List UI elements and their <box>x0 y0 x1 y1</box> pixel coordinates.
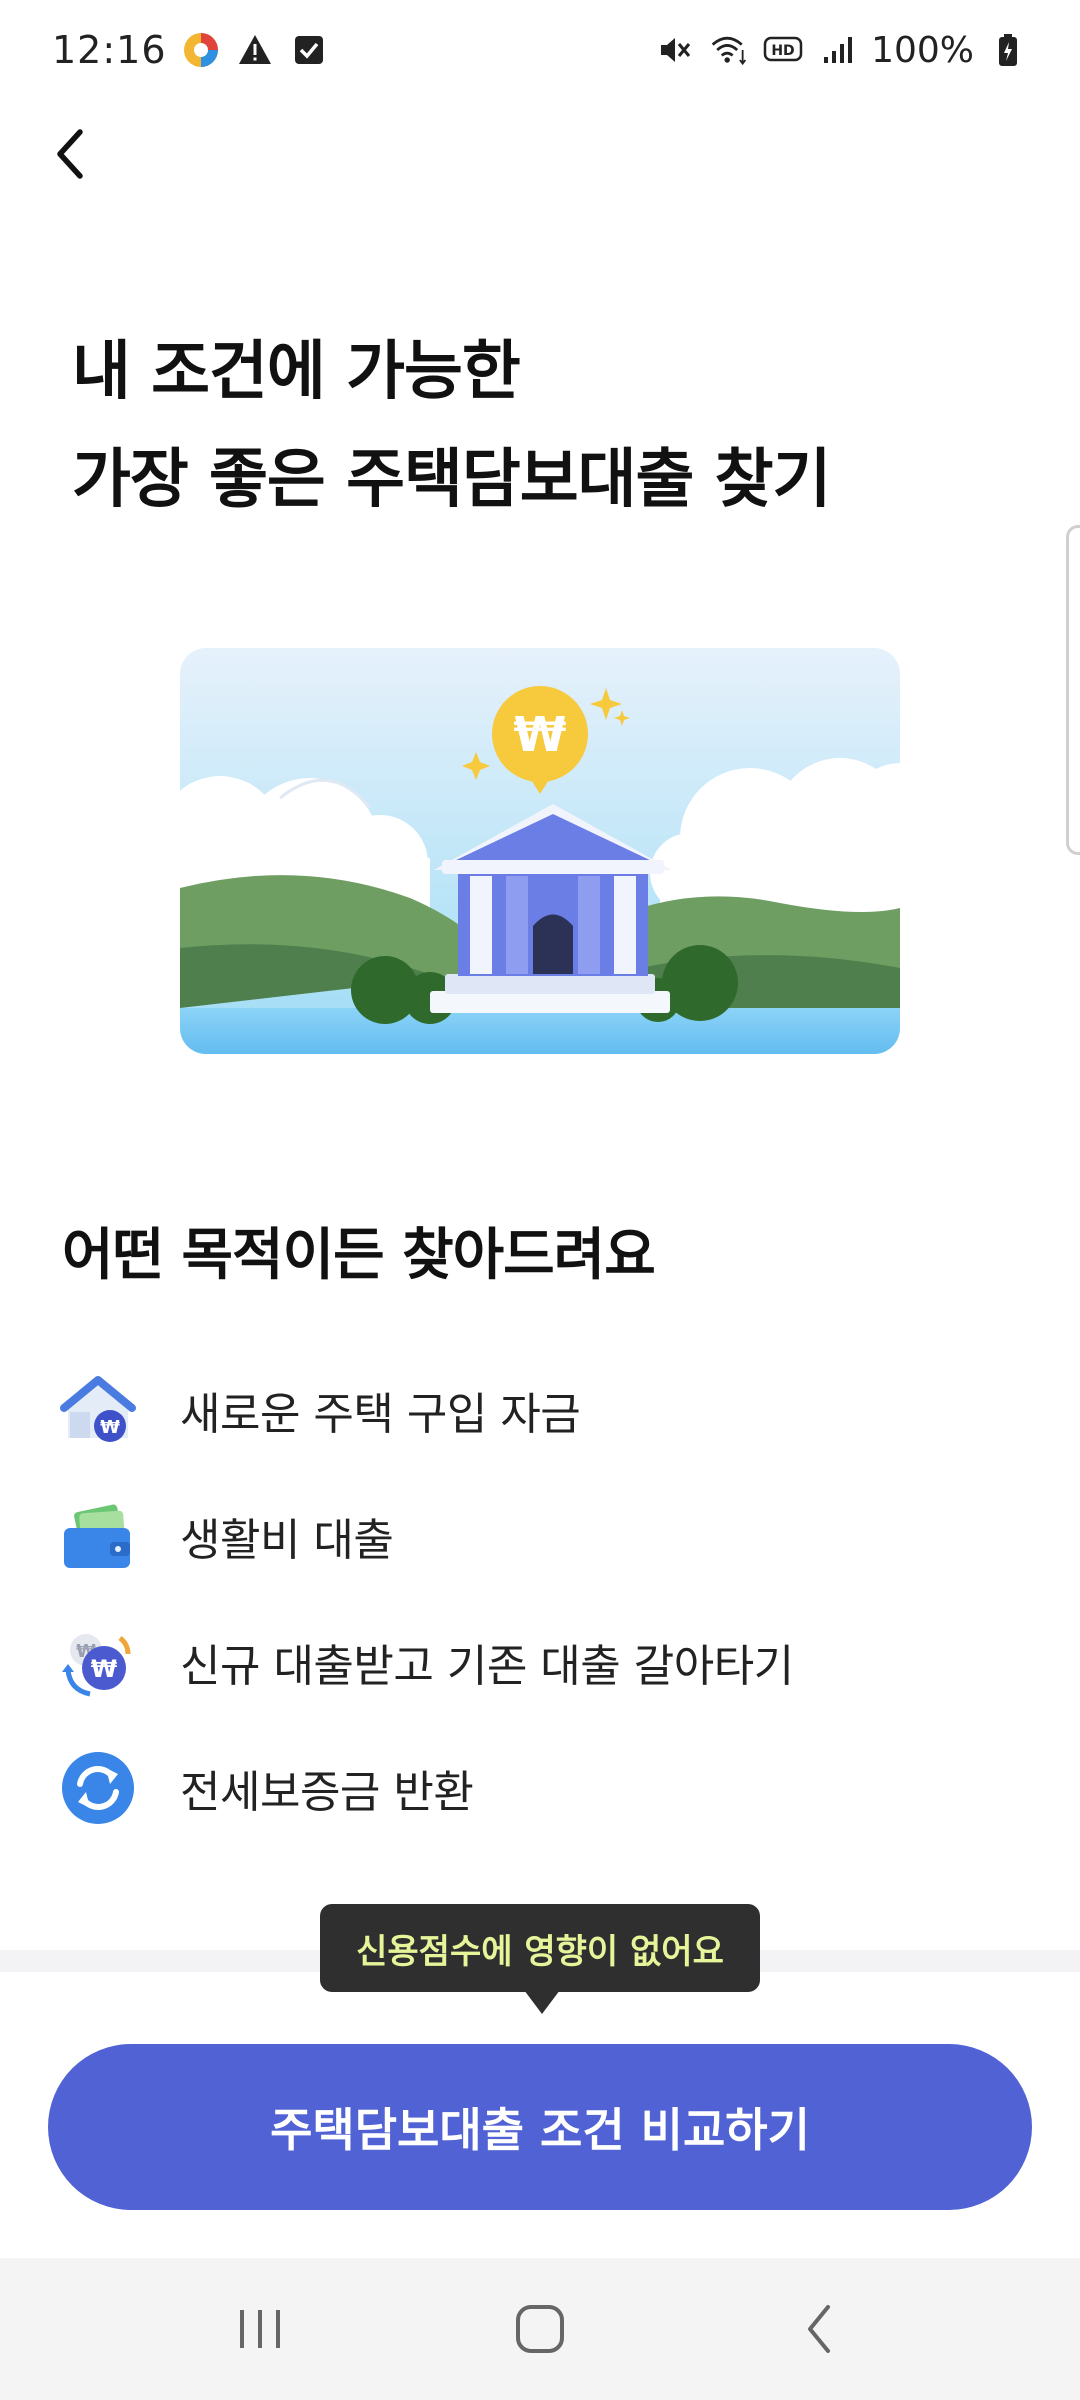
status-bar: 12:16 HD 100% <box>0 0 1080 100</box>
purpose-list: ₩ 새로운 주택 구입 자금 생활비 대출 ₩ ₩ 신규 대출받고 기존 대출 … <box>60 1370 1020 1874</box>
exchange-won-icon: ₩ ₩ <box>62 1634 131 1697</box>
home-icon <box>516 2305 564 2353</box>
tooltip-arrow <box>524 1990 560 2014</box>
back-button[interactable] <box>36 114 104 194</box>
purpose-item-home-purchase: ₩ 새로운 주택 구입 자금 <box>60 1370 1020 1450</box>
purpose-label: 새로운 주택 구입 자금 <box>180 1389 581 1440</box>
compare-loan-button[interactable]: 주택담보대출 조건 비교하기 <box>48 2044 1032 2210</box>
house-won-icon: ₩ <box>60 1376 136 1442</box>
purpose-item-living-expenses: 생활비 대출 <box>60 1496 1020 1576</box>
recent-apps-icon <box>240 2310 280 2348</box>
section-title: 어떤 목적이든 찾아드려요 <box>62 1223 656 1288</box>
purpose-item-deposit-return: 전세보증금 반환 <box>60 1748 1020 1828</box>
app-icon <box>181 30 221 70</box>
system-nav-bar <box>0 2258 1080 2400</box>
home-button[interactable] <box>485 2274 595 2384</box>
system-back-button[interactable] <box>765 2274 875 2384</box>
battery-icon <box>988 30 1028 70</box>
page-title: 내 조건에 가능한 가장 좋은 주택담보대출 찾기 <box>72 318 1032 534</box>
warning-icon <box>235 30 275 70</box>
status-left: 12:16 <box>52 28 329 72</box>
wallet-icon <box>64 1504 130 1568</box>
svg-text:₩: ₩ <box>91 1655 118 1683</box>
refresh-icon <box>62 1752 134 1824</box>
svg-text:₩: ₩ <box>100 1417 120 1438</box>
svg-text:HD: HD <box>771 43 794 59</box>
mute-icon <box>655 30 695 70</box>
page-title-line1: 내 조건에 가능한 <box>72 335 521 409</box>
purpose-label: 전세보증금 반환 <box>180 1767 474 1818</box>
wifi-icon <box>709 30 749 70</box>
edge-panel-handle[interactable] <box>1066 525 1080 855</box>
system-back-icon <box>808 2305 830 2353</box>
credit-score-tooltip: 신용점수에 영향이 없어요 <box>320 1904 760 1992</box>
hd-icon: HD <box>763 30 803 70</box>
screen: 12:16 HD 100% 내 조건에 가능한 가장 좋은 주택담보대출 찾기 … <box>0 0 1080 2400</box>
signal-icon <box>817 30 857 70</box>
purpose-item-refinance: ₩ ₩ 신규 대출받고 기존 대출 갈아타기 <box>60 1622 1020 1702</box>
won-coin-symbol: ₩ <box>514 707 567 763</box>
purpose-label: 생활비 대출 <box>180 1515 394 1566</box>
purpose-label: 신규 대출받고 기존 대출 갈아타기 <box>180 1641 794 1692</box>
back-arrow-icon <box>57 129 83 179</box>
page-title-line2: 가장 좋은 주택담보대출 찾기 <box>72 443 831 517</box>
status-right: HD 100% <box>655 30 1028 71</box>
recent-apps-button[interactable] <box>205 2274 315 2384</box>
battery-percent: 100% <box>871 29 974 71</box>
checkbox-icon <box>289 30 329 70</box>
bank-illustration: ₩ <box>180 648 900 1054</box>
status-time: 12:16 <box>52 28 167 72</box>
